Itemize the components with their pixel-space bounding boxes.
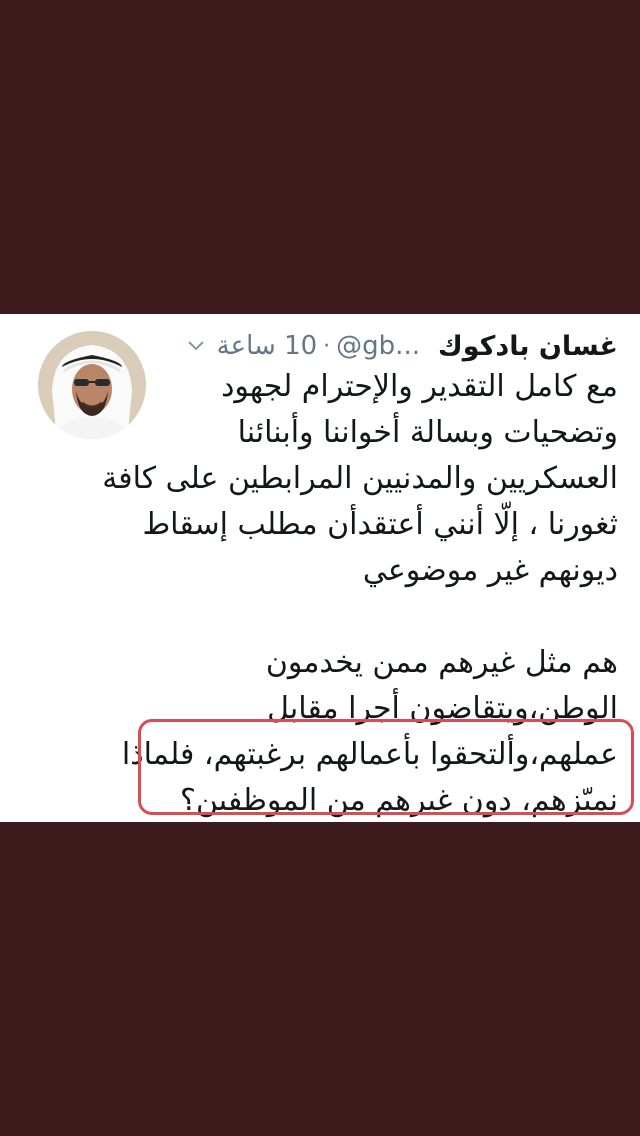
author-handle[interactable]: @gb... [336,331,420,361]
highlight-annotation [138,719,634,815]
tweet-line: هم مثل غيرهم ممن يخدمون [265,645,618,680]
tweet-line: ثغورنا ، إلّا أنني أعتقدأن مطلب إسقاط [142,507,618,542]
tweet-card[interactable]: غسان بادكوك @gb... · 10 ساعة مع كامل الت… [0,314,640,822]
tweet-line: ديونهم غير موضوعي [362,553,618,588]
author-display-name[interactable]: غسان بادكوك [438,331,618,362]
tweet-timestamp[interactable]: 10 ساعة [217,331,318,361]
tweet-header: غسان بادكوك @gb... · 10 ساعة [187,322,618,370]
tweet-line: مع كامل التقدير والإحترام لجهود [221,369,618,404]
author-avatar[interactable] [38,331,146,439]
tweet-line: العسكريين والمدنيين المرابطين على كافة [102,461,618,496]
profile-photo-icon [38,331,146,439]
chevron-down-icon[interactable] [187,340,205,352]
tweet-line: وتضحيات وبسالة أخواننا وأبنائنا [237,415,618,450]
meta-separator: · [323,333,331,359]
